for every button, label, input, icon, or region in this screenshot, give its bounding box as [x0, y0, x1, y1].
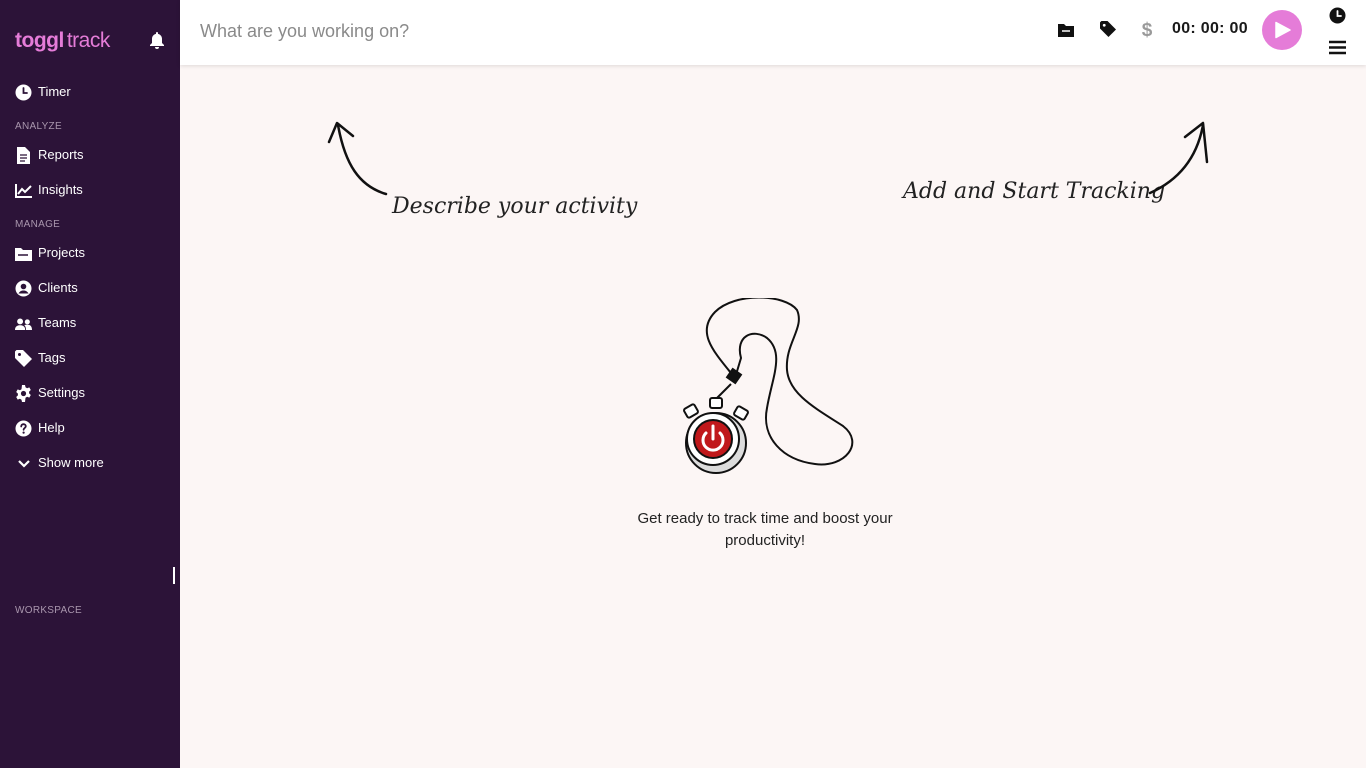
sidebar-item-settings[interactable]: Settings [0, 378, 180, 408]
sidebar-item-label: Tags [38, 350, 66, 365]
bell-icon[interactable] [149, 32, 167, 50]
section-label-workspace: WORKSPACE [15, 605, 82, 616]
section-label-manage: MANAGE [15, 219, 61, 230]
logo-light-text: track [66, 29, 111, 52]
toggl-track-logo[interactable]: toggl track [15, 28, 110, 54]
description-input[interactable] [200, 17, 800, 45]
chevron-down-icon [15, 455, 32, 472]
timer-bar: $ 00: 00: 00 [180, 0, 1366, 65]
section-label-analyze: ANALYZE [15, 121, 62, 132]
play-icon [1275, 21, 1291, 39]
chart-line-icon [15, 182, 32, 199]
empty-state-line-2: productivity! [724, 532, 806, 549]
hint-start-tracking: Add and Start Tracking [903, 179, 1166, 204]
sidebar-item-insights[interactable]: Insights [0, 175, 180, 205]
sidebar-item-help[interactable]: Help [0, 413, 180, 443]
help-circle-icon [15, 420, 32, 437]
gear-icon [15, 385, 32, 402]
sidebar-item-projects[interactable]: Projects [0, 238, 180, 268]
document-icon [15, 147, 32, 164]
sidebar-item-label: Show more [38, 455, 104, 470]
sidebar-item-reports[interactable]: Reports [0, 140, 180, 170]
sidebar-item-clients[interactable]: Clients [0, 273, 180, 303]
sidebar-item-label: Settings [38, 385, 85, 400]
dollar-icon[interactable]: $ [1138, 20, 1156, 41]
sidebar-item-teams[interactable]: Teams [0, 308, 180, 338]
folder-icon[interactable] [1057, 21, 1075, 39]
sidebar-resize-handle[interactable] [173, 567, 175, 584]
tag-icon [15, 350, 32, 367]
logo-row: toggl track [15, 28, 170, 56]
empty-state-line-1: Get ready to track time and boost your [637, 510, 893, 527]
hint-describe-activity: Describe your activity [392, 194, 638, 219]
sidebar-item-label: Help [38, 420, 65, 435]
stopwatch-illustration [683, 298, 854, 474]
sidebar-item-label: Projects [38, 245, 85, 260]
sidebar-item-label: Clients [38, 280, 78, 295]
sidebar-item-label: Teams [38, 315, 77, 330]
timer-display: 00: 00: 00 [1172, 20, 1248, 37]
empty-state-message: Get ready to track time and boost your p… [615, 508, 915, 552]
logo-bold-text: toggl [15, 29, 64, 52]
user-circle-icon [15, 280, 32, 297]
sidebar-item-label: Timer [38, 84, 71, 99]
sidebar-item-show-more[interactable]: Show more [0, 448, 180, 478]
folder-icon [15, 245, 32, 262]
arrow-up-left-icon [327, 121, 388, 196]
clock-icon [15, 84, 32, 101]
sidebar-item-timer[interactable]: Timer [0, 77, 180, 107]
users-icon [15, 315, 32, 332]
arrow-up-right-icon [1148, 121, 1209, 195]
sidebar-item-label: Reports [38, 147, 84, 162]
sidebar: toggl track Timer ANALYZE Reports Insight… [0, 0, 180, 768]
clock-icon[interactable] [1328, 6, 1346, 24]
menu-icon[interactable] [1328, 38, 1346, 56]
start-timer-button[interactable] [1262, 10, 1302, 50]
tag-icon[interactable] [1099, 20, 1117, 38]
sidebar-item-label: Insights [38, 182, 83, 197]
sidebar-item-tags[interactable]: Tags [0, 343, 180, 373]
